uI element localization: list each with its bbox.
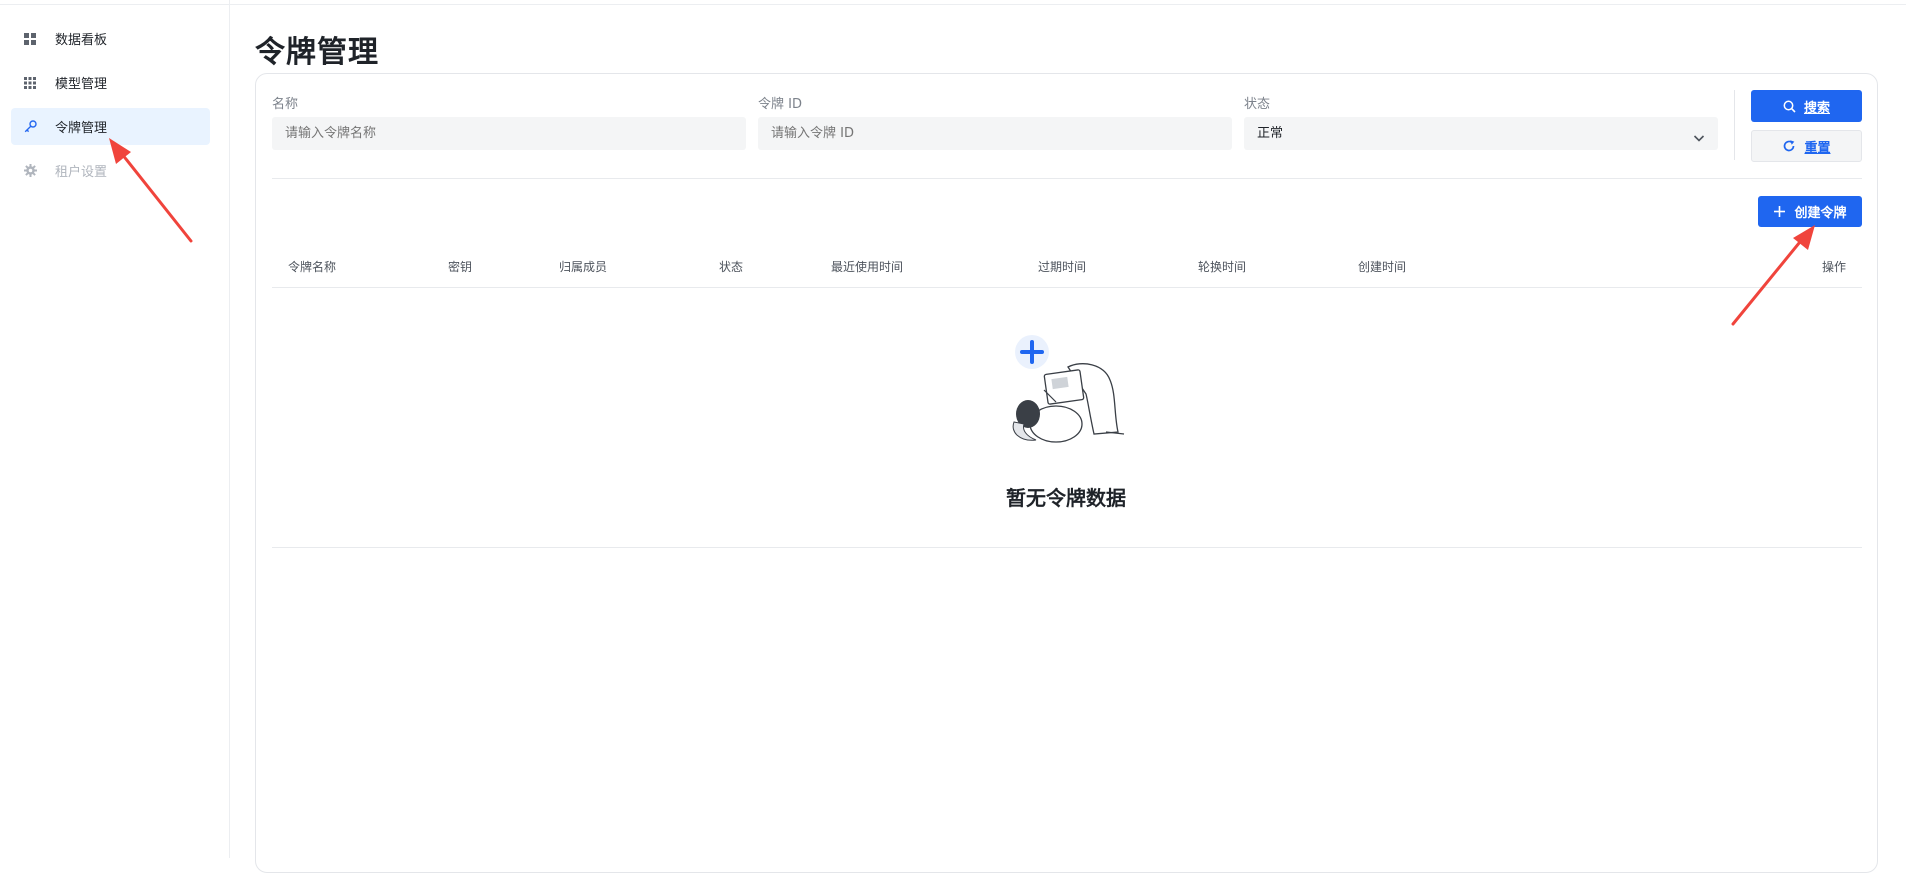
content-panel <box>255 73 1878 873</box>
status-select-value: 正常 <box>1257 126 1284 141</box>
column-header: 归属成员 <box>559 260 608 274</box>
sidebar-item-dashboard[interactable]: 数据看板 <box>11 20 210 57</box>
empty-state-text: 暂无令牌数据 <box>1006 486 1126 510</box>
plus-icon <box>1773 205 1786 218</box>
key-icon <box>23 120 37 134</box>
reset-button-label: 重置 <box>1804 140 1831 156</box>
dashboard-grid-icon <box>23 32 37 46</box>
token-id-input[interactable] <box>758 117 1232 150</box>
table-header-divider <box>272 287 1862 288</box>
name-input[interactable] <box>272 117 746 150</box>
apps-grid-icon <box>23 76 37 90</box>
status-select[interactable]: 正常 <box>1244 117 1718 150</box>
token-id-filter-label: 令牌 ID <box>758 97 802 112</box>
column-header: 密钥 <box>448 260 473 274</box>
column-header: 最近使用时间 <box>831 260 904 274</box>
empty-state-illustration <box>1012 335 1125 443</box>
name-filter-label: 名称 <box>272 97 299 112</box>
sidebar-item-label: 租户设置 <box>55 165 108 180</box>
sidebar-item-tenant-settings[interactable]: 租户设置 <box>11 152 210 189</box>
table-bottom-divider <box>272 547 1862 548</box>
status-filter-label: 状态 <box>1244 97 1271 112</box>
search-button[interactable]: 搜索 <box>1751 90 1862 122</box>
column-header: 操作 <box>1822 260 1847 274</box>
column-header: 令牌名称 <box>288 260 337 274</box>
sidebar-item-label: 数据看板 <box>55 33 108 48</box>
search-icon <box>1783 100 1796 113</box>
search-button-label: 搜索 <box>1803 100 1830 116</box>
gear-icon <box>23 164 37 178</box>
column-header: 轮换时间 <box>1198 260 1247 274</box>
page-title: 令牌管理 <box>255 35 379 70</box>
reset-button[interactable]: 重置 <box>1751 130 1862 162</box>
column-header: 创建时间 <box>1358 260 1407 274</box>
create-token-button[interactable]: 创建令牌 <box>1758 196 1862 227</box>
sidebar: 数据看板 模型管理 令牌管理 租户设置 <box>0 0 230 858</box>
sidebar-item-label: 模型管理 <box>55 77 108 92</box>
sidebar-item-models[interactable]: 模型管理 <box>11 64 210 101</box>
chevron-down-icon <box>1692 125 1706 158</box>
column-header: 状态 <box>719 260 744 274</box>
refresh-icon <box>1782 139 1796 153</box>
sidebar-item-label: 令牌管理 <box>55 121 108 136</box>
create-token-button-label: 创建令牌 <box>1794 206 1847 221</box>
filter-divider <box>1734 90 1735 160</box>
sidebar-item-tokens[interactable]: 令牌管理 <box>11 108 210 145</box>
filter-section-divider <box>272 178 1862 179</box>
top-divider <box>0 4 1906 5</box>
column-header: 过期时间 <box>1038 260 1087 274</box>
